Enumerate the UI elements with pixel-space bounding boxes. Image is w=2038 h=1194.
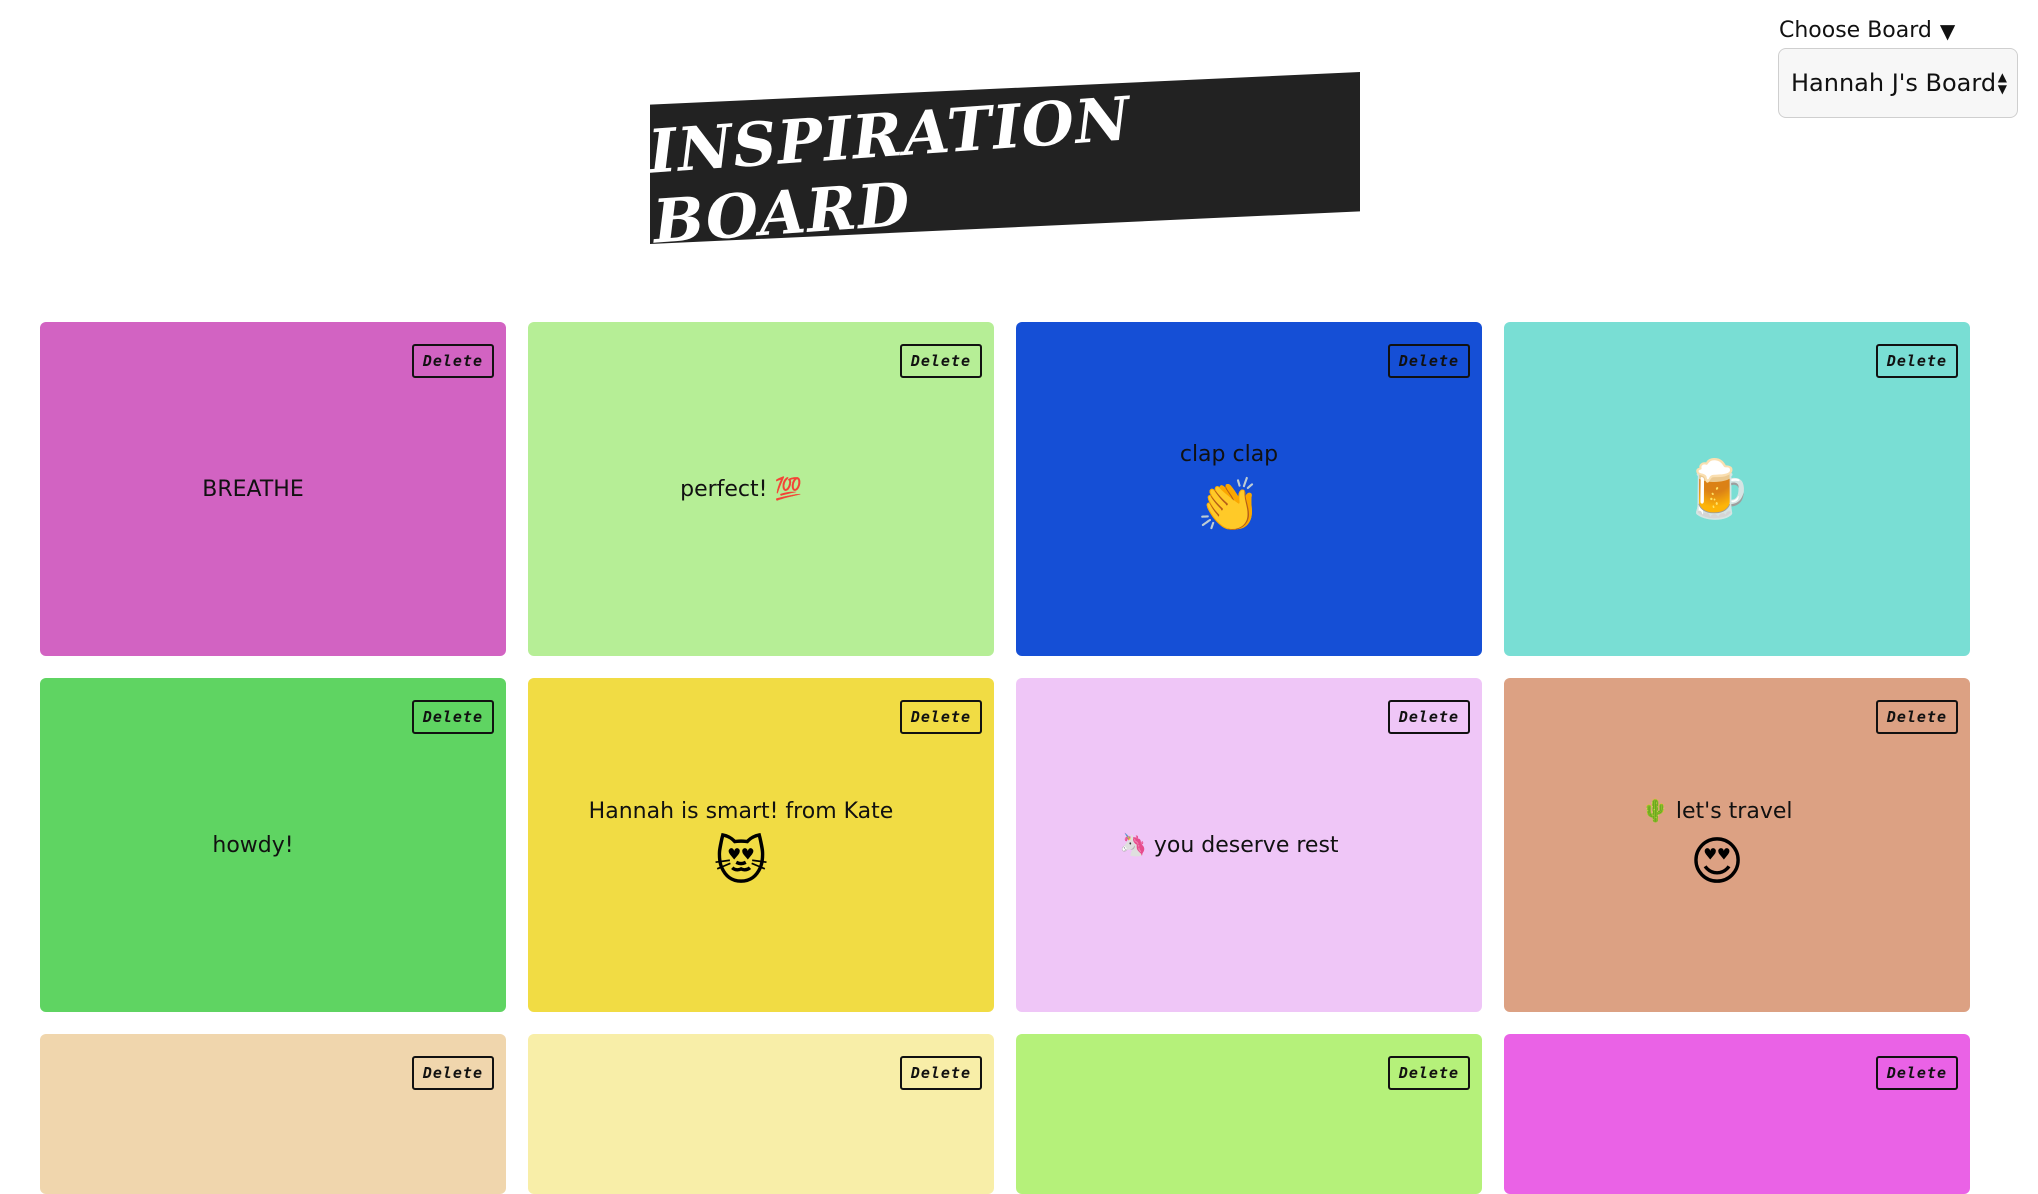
heart-eyes-emoji: 😍 <box>1689 831 1745 892</box>
note-card: Delete <box>1504 1034 1970 1194</box>
delete-button[interactable]: Delete <box>899 344 982 378</box>
board-chooser: Choose Board ▼ Hannah J's Board ▲ ▼ <box>1778 16 2020 118</box>
delete-button[interactable]: Delete <box>411 344 494 378</box>
selected-board-value: Hannah J's Board <box>1791 69 1997 97</box>
delete-button[interactable]: Delete <box>899 1056 982 1090</box>
note-text: perfect! 💯 <box>680 476 802 502</box>
note-text: BREATHE <box>202 476 304 502</box>
title-banner: Inspiration Board <box>650 72 1360 244</box>
note-text: howdy! <box>212 832 294 858</box>
page-title: Inspiration Board <box>645 84 1134 258</box>
note-text: 🌵 let's travel <box>1641 798 1793 824</box>
note-card: Delete <box>1016 1034 1482 1194</box>
note-card: Delete Hannah is smart! from Kate 😻 <box>528 678 994 1012</box>
note-card: Delete perfect! 💯 <box>528 322 994 656</box>
beer-mug-emoji: 🍺 <box>1682 457 1752 522</box>
note-card: Delete 🌵 let's travel 😍 <box>1504 678 1970 1012</box>
note-card: Delete <box>528 1034 994 1194</box>
delete-button[interactable]: Delete <box>1875 344 1958 378</box>
note-card: Delete <box>40 1034 506 1194</box>
notes-grid: Delete BREATHE Delete perfect! 💯 Delete … <box>40 322 1970 1194</box>
note-card: Delete 🦄 you deserve rest <box>1016 678 1482 1012</box>
delete-button[interactable]: Delete <box>1875 700 1958 734</box>
note-text: clap clap <box>1179 442 1279 467</box>
delete-button[interactable]: Delete <box>899 700 982 734</box>
choose-board-label[interactable]: Choose Board ▼ <box>1778 16 2020 46</box>
delete-button[interactable]: Delete <box>1387 700 1470 734</box>
choose-board-text: Choose Board <box>1779 18 1932 43</box>
delete-button[interactable]: Delete <box>1875 1056 1958 1090</box>
note-text: Hannah is smart! from Kate <box>588 798 894 824</box>
note-card: Delete 🍺 <box>1504 322 1970 656</box>
clapping-hands-emoji: 👏 <box>1196 476 1262 536</box>
triangle-down-icon: ▼ <box>1939 19 1956 43</box>
select-arrows-icon: ▲ ▼ <box>1997 70 2007 96</box>
note-card: Delete clap clap 👏 <box>1016 322 1482 656</box>
note-card: Delete howdy! <box>40 678 506 1012</box>
note-text: 🦄 you deserve rest <box>1119 832 1339 858</box>
board-select[interactable]: Hannah J's Board ▲ ▼ <box>1778 48 2018 118</box>
delete-button[interactable]: Delete <box>1387 344 1470 378</box>
heart-eyes-cat-emoji: 😻 <box>713 831 769 892</box>
note-card: Delete BREATHE <box>40 322 506 656</box>
delete-button[interactable]: Delete <box>411 700 494 734</box>
delete-button[interactable]: Delete <box>1387 1056 1470 1090</box>
delete-button[interactable]: Delete <box>411 1056 494 1090</box>
